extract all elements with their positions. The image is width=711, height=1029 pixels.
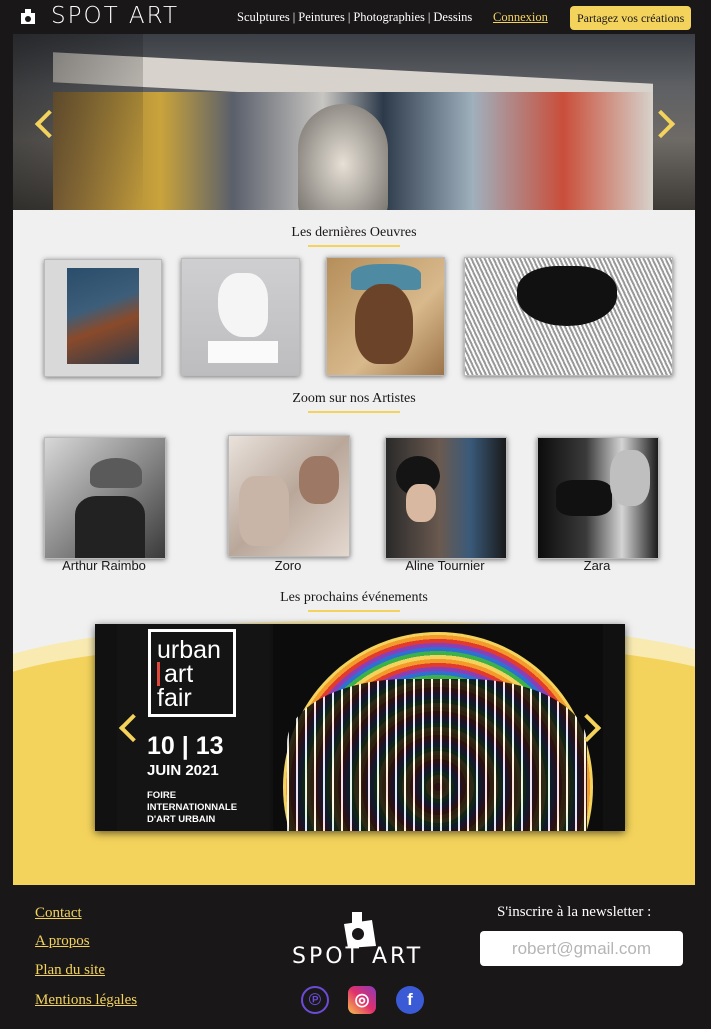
event-logo: urban art fair xyxy=(148,629,236,717)
event-month: JUIN 2021 xyxy=(147,762,219,779)
photo-sculpture xyxy=(239,476,289,546)
title-underline xyxy=(308,610,400,612)
artist-name[interactable]: Aline Tournier xyxy=(375,558,515,573)
event-carousel-slide[interactable]: urban art fair 10 | 13 JUIN 2021 FOIRE I… xyxy=(95,624,625,831)
event-description-line: D'ART URBAIN xyxy=(147,814,216,825)
footer-link-sitemap[interactable]: Plan du site xyxy=(35,962,105,979)
photo-head xyxy=(299,456,339,504)
nav-photographies[interactable]: Photographies xyxy=(353,10,425,24)
artwork-portrait-painting xyxy=(67,268,139,364)
section-title-events: Les prochains événements xyxy=(13,590,695,612)
artwork-woman-portrait[interactable] xyxy=(326,257,445,376)
sculpture-pedestal xyxy=(208,341,278,363)
section-title-latest: Les dernières Oeuvres xyxy=(13,225,695,247)
instagram-icon[interactable]: ◎ xyxy=(348,986,376,1014)
artwork-sculpture[interactable] xyxy=(181,258,300,376)
nav-separator: | xyxy=(427,10,431,24)
event-logo-line: art xyxy=(157,662,227,687)
page: SPOT ART Sculptures | Peintures | Photograph… xyxy=(13,0,695,1029)
top-navbar: SPOT ART Sculptures | Peintures | Photograph… xyxy=(13,0,695,34)
hero-image-mural-face xyxy=(298,104,388,210)
event-description: FOIRE INTERNATIONNALE D'ART URBAIN xyxy=(147,790,237,826)
portrait-face xyxy=(355,284,413,364)
event-right-strip xyxy=(603,624,625,831)
hero-image-tree xyxy=(13,34,143,210)
footer-link-legal[interactable]: Mentions légales xyxy=(35,992,137,1009)
footer: Contact A propos Plan du site Mentions l… xyxy=(13,885,695,1029)
event-logo-line: fair xyxy=(157,684,192,712)
section-title-events-text: Les prochains événements xyxy=(280,590,428,605)
artist-photo-aline-tournier[interactable] xyxy=(385,437,507,559)
nav-separator: | xyxy=(347,10,351,24)
logo-icon[interactable] xyxy=(19,8,37,26)
event-description-line: FOIRE xyxy=(147,790,177,801)
event-dates: 10 | 13 xyxy=(147,732,224,760)
photo-jacket xyxy=(75,496,145,558)
main-nav: Sculptures | Peintures | Photographies | Dessi… xyxy=(237,10,472,25)
footer-link-about[interactable]: A propos xyxy=(35,933,90,950)
artist-name[interactable]: Zara xyxy=(527,558,667,573)
event-description-line: INTERNATIONNALE xyxy=(147,802,238,813)
nav-dessins[interactable]: Dessins xyxy=(433,10,472,24)
sculpture-face-shape xyxy=(218,273,268,337)
title-underline xyxy=(308,245,400,247)
hero-carousel xyxy=(13,34,695,210)
event-poster-art xyxy=(273,624,603,831)
newsletter-label: S'inscrire à la newsletter : xyxy=(497,904,652,920)
photo-face xyxy=(406,484,436,522)
nav-sculptures[interactable]: Sculptures xyxy=(237,10,290,24)
artist-name[interactable]: Arthur Raimbo xyxy=(34,558,174,573)
drawing-figure xyxy=(517,266,617,326)
poster-cityscape xyxy=(287,679,587,831)
logo-text[interactable]: SPOT ART xyxy=(51,3,179,29)
login-link[interactable]: Connexion xyxy=(493,10,548,25)
nav-peintures[interactable]: Peintures xyxy=(298,10,345,24)
share-creations-button[interactable]: Partagez vos créations xyxy=(570,6,692,30)
section-title-artists: Zoom sur nos Artistes xyxy=(13,391,695,413)
artwork-ink-drawing[interactable] xyxy=(464,257,673,376)
event-logo-line: urban xyxy=(157,636,221,664)
title-underline xyxy=(308,411,400,413)
facebook-icon[interactable]: f xyxy=(396,986,424,1014)
artwork-van-gogh[interactable] xyxy=(44,259,162,377)
newsletter-email-input[interactable] xyxy=(480,931,683,966)
photo-beret xyxy=(90,458,142,488)
footer-link-contact[interactable]: Contact xyxy=(35,905,82,922)
artist-photo-arthur-raimbo[interactable] xyxy=(44,437,166,559)
artist-photo-zoro[interactable] xyxy=(228,435,350,557)
artist-photo-zara[interactable] xyxy=(537,437,659,559)
pinterest-icon[interactable]: ℗ xyxy=(301,986,329,1014)
nav-separator: | xyxy=(292,10,296,24)
section-title-artists-text: Zoom sur nos Artistes xyxy=(292,391,416,406)
photo-camera xyxy=(556,480,612,516)
photo-face xyxy=(610,450,650,506)
artist-name[interactable]: Zoro xyxy=(218,558,358,573)
footer-logo-text[interactable]: SPOT ART xyxy=(292,944,423,969)
section-title-latest-text: Les dernières Oeuvres xyxy=(291,225,417,240)
